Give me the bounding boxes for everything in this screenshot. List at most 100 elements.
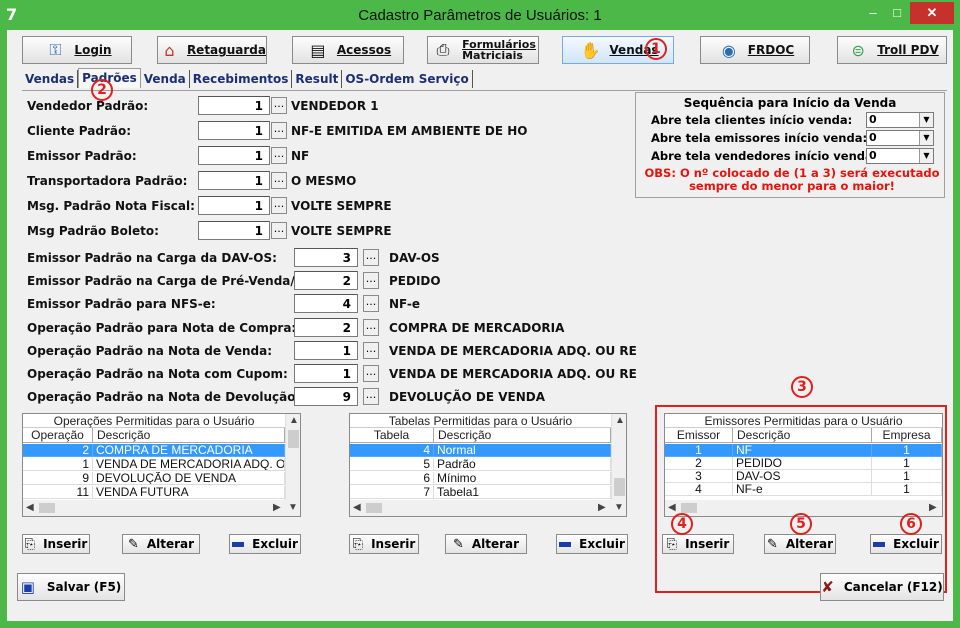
- operacoes-grid[interactable]: Operações Permitidas para o Usuário Oper…: [22, 413, 301, 517]
- acessos-button[interactable]: ▤ Acessos: [292, 36, 404, 64]
- minimize-button[interactable]: –: [862, 2, 884, 24]
- transportadora-padrao-input[interactable]: 1: [198, 171, 270, 190]
- scroll-right-icon[interactable]: ▶: [273, 502, 281, 513]
- table-row[interactable]: 2 COMPRA DE MERCADORIA: [23, 444, 285, 457]
- cliente-lookup-button[interactable]: ...: [271, 122, 287, 139]
- scroll-thumb[interactable]: [366, 503, 382, 513]
- operacao-devolucao-input[interactable]: 9: [294, 387, 358, 406]
- tab-recebimentos[interactable]: Recebimentos: [190, 70, 293, 88]
- emissor-nfse-lookup-button[interactable]: ...: [363, 295, 379, 312]
- scroll-thumb[interactable]: [288, 430, 299, 448]
- emissor-pre-venda-lookup-button[interactable]: ...: [363, 272, 379, 289]
- scroll-up-icon[interactable]: ▲: [289, 415, 299, 426]
- grid-header[interactable]: Operação: [23, 428, 93, 443]
- scroll-down-icon[interactable]: ▼: [288, 502, 298, 513]
- table-row[interactable]: 6 Mínimo: [350, 472, 611, 485]
- msg-nota-lookup-button[interactable]: ...: [271, 197, 287, 214]
- scroll-right-icon[interactable]: ▶: [929, 502, 937, 513]
- vendedor-lookup-button[interactable]: ...: [271, 97, 287, 114]
- table-row[interactable]: 11 VENDA FUTURA: [23, 486, 285, 499]
- troll-pdv-button[interactable]: ⊜ Troll PDV: [837, 36, 947, 64]
- scroll-thumb[interactable]: [681, 503, 697, 513]
- tabelas-edit-button[interactable]: ✎ Alterar: [445, 534, 527, 554]
- emissores-delete-button[interactable]: Excluir: [870, 534, 942, 554]
- operacoes-edit-button[interactable]: ✎ Alterar: [122, 534, 200, 554]
- tabelas-insert-button[interactable]: ⎘ Inserir: [349, 534, 419, 554]
- operacao-compra-input[interactable]: 2: [294, 318, 358, 337]
- horizontal-scrollbar[interactable]: ◀ ▶ ▼: [350, 500, 626, 516]
- maximize-button[interactable]: □: [886, 2, 908, 24]
- grid-title: Operações Permitidas para o Usuário: [23, 414, 285, 428]
- scroll-left-icon[interactable]: ◀: [26, 502, 34, 513]
- scroll-up-icon[interactable]: ▲: [615, 415, 625, 426]
- operacao-cupom-input[interactable]: 1: [294, 364, 358, 383]
- emissores-grid[interactable]: Emissores Permitidas para o Usuário Emis…: [664, 413, 943, 517]
- field-label: Msg. Padrão Nota Fiscal:: [27, 199, 195, 213]
- close-button[interactable]: ✕: [910, 2, 954, 24]
- table-row[interactable]: 5 Padrão: [350, 458, 611, 471]
- emissores-insert-button[interactable]: ⎘ Inserir: [662, 534, 734, 554]
- scroll-down-icon[interactable]: ▼: [614, 502, 624, 513]
- retaguarda-button[interactable]: ⌂ Retaguarda: [157, 36, 267, 64]
- scroll-left-icon[interactable]: ◀: [668, 502, 676, 513]
- grid-header[interactable]: Descrição: [434, 428, 611, 443]
- table-row[interactable]: 7 Tabela1: [350, 486, 611, 499]
- table-row[interactable]: 2 PEDIDO 1: [665, 457, 942, 470]
- operacao-devolucao-lookup-button[interactable]: ...: [363, 388, 379, 405]
- save-button[interactable]: ▣ Salvar (F5): [17, 573, 125, 601]
- field-description: DEVOLUÇÃO DE VENDA: [389, 390, 545, 404]
- emissor-dav-os-lookup-button[interactable]: ...: [363, 249, 379, 266]
- msg-boleto-input[interactable]: 1: [198, 221, 270, 240]
- tab-result[interactable]: Result: [292, 70, 343, 88]
- operacao-cupom-lookup-button[interactable]: ...: [363, 365, 379, 382]
- operacao-venda-input[interactable]: 1: [294, 341, 358, 360]
- login-button[interactable]: ⚿ Login: [22, 36, 132, 64]
- emissor-padrao-input[interactable]: 1: [198, 146, 270, 165]
- msg-nota-fiscal-input[interactable]: 1: [198, 196, 270, 215]
- scroll-thumb[interactable]: [614, 478, 625, 496]
- tab-vendas[interactable]: Vendas: [22, 70, 79, 88]
- grid-header[interactable]: Descrição: [93, 428, 285, 443]
- transportadora-lookup-button[interactable]: ...: [271, 172, 287, 189]
- table-row[interactable]: 1 NF 1: [665, 444, 942, 457]
- table-row[interactable]: 9 DEVOLUÇÃO DE VENDA: [23, 472, 285, 485]
- horizontal-scrollbar[interactable]: ◀ ▶ ▼: [23, 500, 300, 516]
- grid-header[interactable]: Emissor: [665, 428, 733, 443]
- operacao-venda-lookup-button[interactable]: ...: [363, 342, 379, 359]
- frdoc-button[interactable]: ◉ FRDOC: [700, 36, 810, 64]
- tabelas-delete-button[interactable]: Excluir: [556, 534, 628, 554]
- table-row[interactable]: 4 Normal: [350, 444, 611, 457]
- cliente-padrao-input[interactable]: 1: [198, 121, 270, 140]
- emissor-lookup-button[interactable]: ...: [271, 147, 287, 164]
- formularios-matriciais-button[interactable]: ⎙ Formulários Matriciais: [427, 36, 539, 64]
- msg-boleto-lookup-button[interactable]: ...: [271, 222, 287, 239]
- emissor-nfse-input[interactable]: 4: [294, 294, 358, 313]
- emissores-edit-button[interactable]: ✎ Alterar: [764, 534, 836, 554]
- clientes-order-select[interactable]: 0 ▼: [866, 112, 934, 128]
- scroll-left-icon[interactable]: ◀: [353, 502, 361, 513]
- emissor-dav-os-input[interactable]: 3: [294, 248, 358, 267]
- x-icon: ✘: [821, 578, 834, 596]
- emissores-order-select[interactable]: 0 ▼: [866, 130, 934, 146]
- operacoes-delete-button[interactable]: Excluir: [229, 534, 301, 554]
- table-row[interactable]: 4 NF-e 1: [665, 483, 942, 496]
- grid-header[interactable]: Empresa: [872, 428, 942, 443]
- grid-header[interactable]: Descrição: [733, 428, 872, 443]
- vendedores-order-select[interactable]: 0 ▼: [866, 148, 934, 164]
- table-row[interactable]: 1 VENDA DE MERCADORIA ADQ. OU R: [23, 458, 285, 471]
- operacoes-insert-button[interactable]: ⎘ Inserir: [22, 534, 90, 554]
- vertical-scrollbar[interactable]: ▲: [285, 414, 300, 500]
- grid-header[interactable]: Tabela: [350, 428, 434, 443]
- vendedor-padrao-input[interactable]: 1: [198, 96, 270, 115]
- cancel-button[interactable]: ✘ Cancelar (F12): [820, 573, 944, 601]
- scroll-right-icon[interactable]: ▶: [598, 502, 606, 513]
- table-row[interactable]: 3 DAV-OS 1: [665, 470, 942, 483]
- tab-venda[interactable]: Venda: [141, 70, 190, 88]
- tabelas-grid[interactable]: Tabelas Permitidas para o Usuário Tabela…: [349, 413, 627, 517]
- emissor-pre-venda-input[interactable]: 2: [294, 271, 358, 290]
- title-bar[interactable]: 7 Cadastro Parâmetros de Usuários: 1 – □…: [0, 0, 960, 30]
- scroll-thumb[interactable]: [39, 503, 55, 513]
- tab-os-ordem-servico[interactable]: OS-Ordem Serviço: [342, 70, 473, 88]
- vertical-scrollbar[interactable]: ▲: [611, 414, 626, 500]
- operacao-compra-lookup-button[interactable]: ...: [363, 319, 379, 336]
